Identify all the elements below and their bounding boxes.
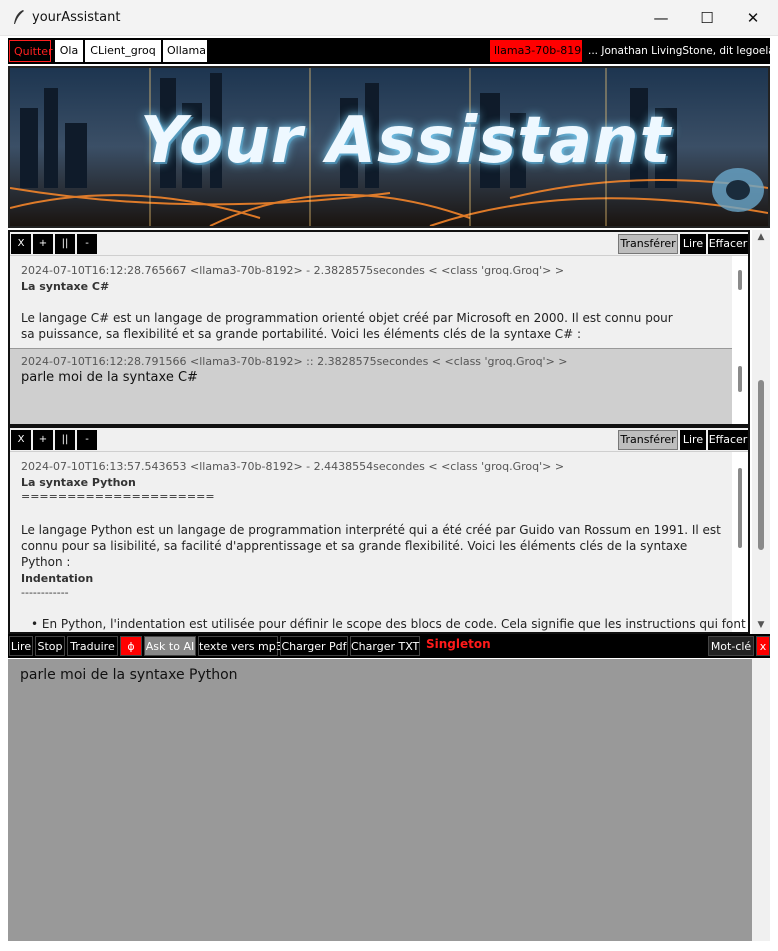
response-title: La syntaxe Python: [21, 476, 136, 489]
window-titlebar[interactable]: yourAssistant — ☐ ✕: [0, 0, 778, 36]
transfer-button[interactable]: Transférer: [618, 234, 678, 254]
minimize-panel-button[interactable]: -: [77, 430, 97, 450]
close-input-button[interactable]: x: [756, 636, 770, 656]
transfer-button[interactable]: Transférer: [618, 430, 678, 450]
response-meta: 2024-07-10T16:13:57.543653 <llama3-70b-8…: [21, 460, 565, 473]
load-txt-button[interactable]: Charger TXT: [350, 636, 420, 656]
maximize-icon[interactable]: ☐: [684, 0, 730, 36]
translate-button[interactable]: Traduire: [67, 636, 118, 656]
quit-button[interactable]: Quitter: [9, 40, 53, 62]
response-body: Le langage C# est un langage de programm…: [21, 311, 673, 341]
phi-button[interactable]: ϕ: [120, 636, 142, 656]
input-scrollbar[interactable]: [752, 659, 770, 941]
panel-toolbar: X + || - Transférer Lire Effacer: [10, 232, 748, 256]
load-pdf-button[interactable]: Charger Pdf: [280, 636, 348, 656]
response-title: La syntaxe C#: [21, 280, 110, 293]
response-body: Le langage Python est un langage de prog…: [21, 523, 721, 569]
prompt-input[interactable]: parle moi de la syntaxe Python: [8, 659, 752, 941]
scroll-up-icon[interactable]: ▲: [752, 232, 770, 242]
section-underline: ------------: [21, 586, 69, 599]
add-panel-button[interactable]: +: [33, 430, 53, 450]
scroll-down-icon[interactable]: ▼: [752, 620, 770, 630]
conversation-panel-1: X + || - Transférer Lire Effacer 2024-07…: [8, 230, 750, 426]
response-scroll-thumb[interactable]: [738, 270, 742, 290]
ola-button[interactable]: Ola: [55, 40, 83, 62]
remove-panel-button[interactable]: X: [11, 430, 31, 450]
author-label: ... Jonathan LivingStone, dit legoeland: [584, 40, 778, 62]
add-panel-button[interactable]: +: [33, 234, 53, 254]
client-groq-button[interactable]: CLient_groq: [85, 40, 161, 62]
response-area[interactable]: 2024-07-10T16:12:28.765667 <llama3-70b-8…: [10, 256, 732, 348]
conversation-panel-2: X + || - Transférer Lire Effacer 2024-07…: [8, 426, 750, 634]
stop-button[interactable]: Stop: [35, 636, 65, 656]
text-to-mp3-button[interactable]: texte vers mp3: [198, 636, 283, 656]
panel-toolbar: X + || - Transférer Lire Effacer: [10, 428, 748, 452]
response-underline: =====================: [21, 490, 215, 503]
clear-button[interactable]: Effacer: [708, 234, 748, 254]
section-title: Indentation: [21, 572, 94, 585]
prompt-input-text: parle moi de la syntaxe Python: [20, 667, 238, 683]
ollama-button[interactable]: Ollama: [163, 40, 207, 62]
prompt-text: parle moi de la syntaxe C#: [21, 370, 198, 385]
scroll-thumb[interactable]: [758, 380, 764, 550]
chat-scrollbar[interactable]: ▲ ▼: [752, 230, 770, 634]
read-aloud-button[interactable]: Lire: [9, 636, 33, 656]
banner-title: Your Assistant: [140, 104, 672, 178]
prompt-scroll-thumb[interactable]: [738, 366, 742, 392]
window-title: yourAssistant: [32, 10, 121, 25]
banner-image: Your Assistant: [8, 66, 770, 228]
minimize-panel-button[interactable]: -: [77, 234, 97, 254]
minimize-icon[interactable]: —: [638, 0, 684, 36]
response-meta: 2024-07-10T16:12:28.765667 <llama3-70b-8…: [21, 264, 565, 277]
bottom-toolbar: Lire Stop Traduire ϕ Ask to AI texte ver…: [8, 634, 770, 658]
feather-icon: [14, 10, 24, 24]
keyword-button[interactable]: Mot-clé: [708, 636, 754, 656]
prompt-meta: 2024-07-10T16:12:28.791566 <llama3-70b-8…: [21, 355, 568, 368]
response-scroll-thumb[interactable]: [738, 468, 742, 548]
clear-button[interactable]: Effacer: [708, 430, 748, 450]
read-button[interactable]: Lire: [680, 234, 706, 254]
response-area[interactable]: 2024-07-10T16:13:57.543653 <llama3-70b-8…: [10, 452, 746, 632]
pause-button[interactable]: ||: [55, 234, 75, 254]
read-button[interactable]: Lire: [680, 430, 706, 450]
bullet-text: • En Python, l'indentation est utilisée …: [31, 617, 746, 631]
prompt-area[interactable]: 2024-07-10T16:12:28.791566 <llama3-70b-8…: [10, 348, 732, 424]
top-menubar: Quitter Ola CLient_groq Ollama llama3-70…: [8, 38, 778, 64]
singleton-label: Singleton: [426, 637, 491, 651]
pause-button[interactable]: ||: [55, 430, 75, 450]
remove-panel-button[interactable]: X: [11, 234, 31, 254]
ask-ai-button[interactable]: Ask to AI: [144, 636, 196, 656]
model-badge[interactable]: llama3-70b-8192: [490, 40, 588, 62]
close-icon[interactable]: ✕: [730, 0, 776, 36]
